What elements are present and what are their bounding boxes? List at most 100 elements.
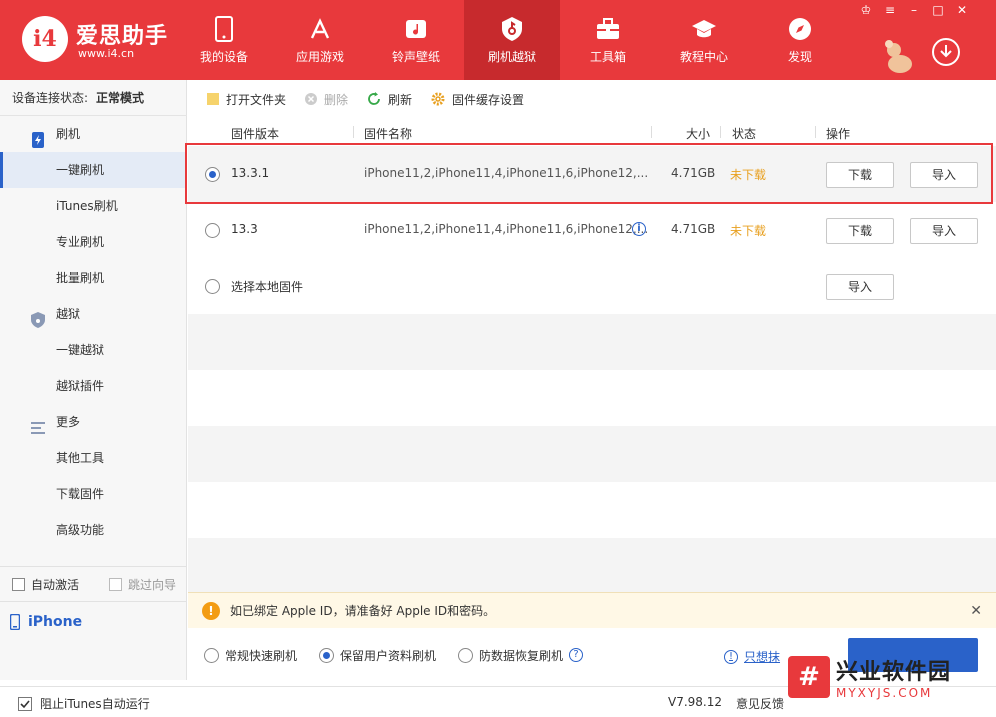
sidebar-item-one-click-flash[interactable]: 一键刷机 — [0, 152, 187, 188]
col-divider — [651, 126, 652, 138]
nav-ringtones[interactable]: 铃声壁纸 — [368, 0, 464, 80]
col-size: 大小 — [686, 127, 711, 141]
menu-icon[interactable]: ≡ — [882, 3, 898, 17]
import-button[interactable]: 导入 — [910, 218, 978, 244]
block-itunes-option[interactable]: 阻止iTunes自动运行 — [18, 695, 150, 712]
app-version: V7.98.12 — [668, 695, 723, 709]
iphone-icon — [10, 614, 20, 630]
apple-id-notice: ! 如已绑定 Apple ID，请准备好 Apple ID和密码。 ✕ — [188, 592, 996, 628]
gear-icon — [431, 92, 445, 106]
skip-guide-checkbox[interactable] — [109, 577, 123, 591]
nav-tutorials[interactable]: 教程中心 — [656, 0, 752, 80]
shield-icon — [30, 306, 46, 328]
sidebar-item-download-firmware[interactable]: 下载固件 — [0, 476, 187, 512]
open-folder-button[interactable]: 打开文件夹 — [206, 91, 286, 108]
auto-activate-checkbox[interactable] — [12, 577, 25, 591]
flash-phone-icon — [30, 126, 46, 148]
download-button[interactable]: 下载 — [826, 218, 894, 244]
minimize-icon[interactable]: – — [906, 3, 922, 17]
device-name[interactable]: iPhone — [0, 604, 187, 640]
watermark-logo-icon: # — [788, 656, 830, 698]
option-anti-recovery-flash[interactable]: 防数据恢复刷机 ? — [458, 647, 584, 664]
col-action: 操作 — [826, 127, 851, 141]
toolbox-icon — [595, 16, 621, 42]
sidebar-item-pro-flash[interactable]: 专业刷机 — [0, 224, 187, 260]
option-keep-data-flash[interactable]: 保留用户资料刷机 — [319, 647, 436, 664]
cache-settings-button[interactable]: 固件缓存设置 — [430, 91, 524, 108]
empty-row — [188, 482, 996, 538]
nav-toolbox[interactable]: 工具箱 — [560, 0, 656, 80]
refresh-button[interactable]: 刷新 — [366, 91, 412, 108]
folder-icon — [207, 93, 219, 105]
graduation-cap-icon — [691, 16, 717, 42]
only-wipe-link[interactable]: ! 只想抹 — [724, 648, 780, 665]
appstore-icon — [307, 16, 333, 42]
empty-row — [188, 538, 996, 594]
top-nav: 我的设备 应用游戏 铃声壁纸 刷机越狱 工具箱 教程中心 发现 — [176, 0, 848, 80]
nav-my-device[interactable]: 我的设备 — [176, 0, 272, 80]
feedback-link[interactable]: 意见反馈 — [736, 695, 784, 712]
download-manager-icon[interactable] — [932, 38, 960, 66]
sidebar-options: 自动激活 跳过向导 — [0, 566, 187, 602]
connection-mode: 正常模式 — [96, 91, 145, 105]
firmware-row[interactable]: 13.3.1 iPhone11,2,iPhone11,4,iPhone11,6,… — [188, 146, 996, 202]
checkbox-checked-icon[interactable] — [18, 696, 32, 711]
close-icon[interactable]: ✕ — [954, 3, 970, 17]
radio[interactable] — [319, 647, 335, 663]
nav-apps[interactable]: 应用游戏 — [272, 0, 368, 80]
watermark-cn: 兴业软件园 — [836, 660, 952, 685]
flash-icon — [499, 16, 525, 42]
radio[interactable] — [458, 647, 474, 663]
import-button[interactable]: 导入 — [826, 274, 894, 300]
empty-row — [188, 370, 996, 426]
col-name: 固件名称 — [364, 127, 413, 141]
watermark-en: MYXYJS.COM — [836, 686, 933, 700]
sidebar-group-jailbreak[interactable]: 越狱 — [0, 296, 187, 332]
music-icon — [403, 16, 429, 42]
delete-button[interactable]: 删除 — [304, 91, 348, 108]
sidebar-group-more[interactable]: 更多 — [0, 404, 187, 440]
list-icon — [30, 414, 46, 434]
refresh-icon — [368, 92, 380, 105]
local-firmware-radio[interactable] — [205, 279, 220, 294]
firmware-radio[interactable] — [205, 167, 220, 182]
col-status: 状态 — [732, 127, 757, 141]
firmware-radio[interactable] — [205, 223, 220, 238]
empty-row — [188, 426, 996, 482]
nav-flash-jailbreak[interactable]: 刷机越狱 — [464, 0, 560, 80]
info-icon[interactable]: i — [632, 222, 646, 236]
firmware-toolbar: 打开文件夹 删除 刷新 固件缓存设置 — [188, 80, 996, 118]
download-button[interactable]: 下载 — [826, 162, 894, 188]
sidebar-item-advanced[interactable]: 高级功能 — [0, 512, 187, 548]
brand-url: www.i4.cn — [78, 47, 135, 60]
col-divider — [720, 126, 721, 138]
rat-decoration-icon — [880, 36, 920, 76]
local-firmware-row[interactable]: 选择本地固件 导入 — [188, 258, 996, 314]
sidebar-item-one-click-jailbreak[interactable]: 一键越狱 — [0, 332, 187, 368]
app-header: i4 爱思助手 www.i4.cn 我的设备 应用游戏 铃声壁纸 刷机越狱 工具… — [0, 0, 996, 80]
sidebar-item-batch-flash[interactable]: 批量刷机 — [0, 260, 187, 296]
sidebar-item-other-tools[interactable]: 其他工具 — [0, 440, 187, 476]
sidebar-item-itunes-flash[interactable]: iTunes刷机 — [0, 188, 187, 224]
sidebar-item-jailbreak-plugins[interactable]: 越狱插件 — [0, 368, 187, 404]
watermark: # 兴业软件园 MYXYJS.COM — [788, 654, 996, 700]
option-quick-flash[interactable]: 常规快速刷机 — [204, 647, 297, 664]
brand-title: 爱思助手 — [76, 24, 169, 49]
empty-row — [188, 314, 996, 370]
phone-icon — [211, 15, 237, 42]
status-badge: 未下载 — [730, 224, 767, 238]
sidebar: 设备连接状态: 正常模式 刷机 一键刷机 iTunes刷机 专业刷机 批量刷机 越… — [0, 80, 187, 680]
help-icon[interactable]: ? — [569, 648, 584, 662]
radio[interactable] — [204, 647, 219, 663]
col-divider — [353, 126, 354, 138]
firmware-row[interactable]: 13.3 iPhone11,2,iPhone11,4,iPhone11,6,iP… — [188, 202, 996, 258]
shirt-icon[interactable]: ♔ — [858, 3, 874, 17]
col-divider — [815, 126, 816, 138]
import-button[interactable]: 导入 — [910, 162, 978, 188]
firmware-table-header: 固件版本 固件名称 大小 状态 操作 — [188, 120, 996, 144]
maximize-icon[interactable]: □ — [930, 3, 946, 17]
sidebar-group-flash[interactable]: 刷机 — [0, 116, 187, 152]
window-controls: ♔ ≡ – □ ✕ — [858, 3, 970, 17]
close-notice-icon[interactable]: ✕ — [970, 603, 982, 619]
nav-discover[interactable]: 发现 — [752, 0, 848, 80]
